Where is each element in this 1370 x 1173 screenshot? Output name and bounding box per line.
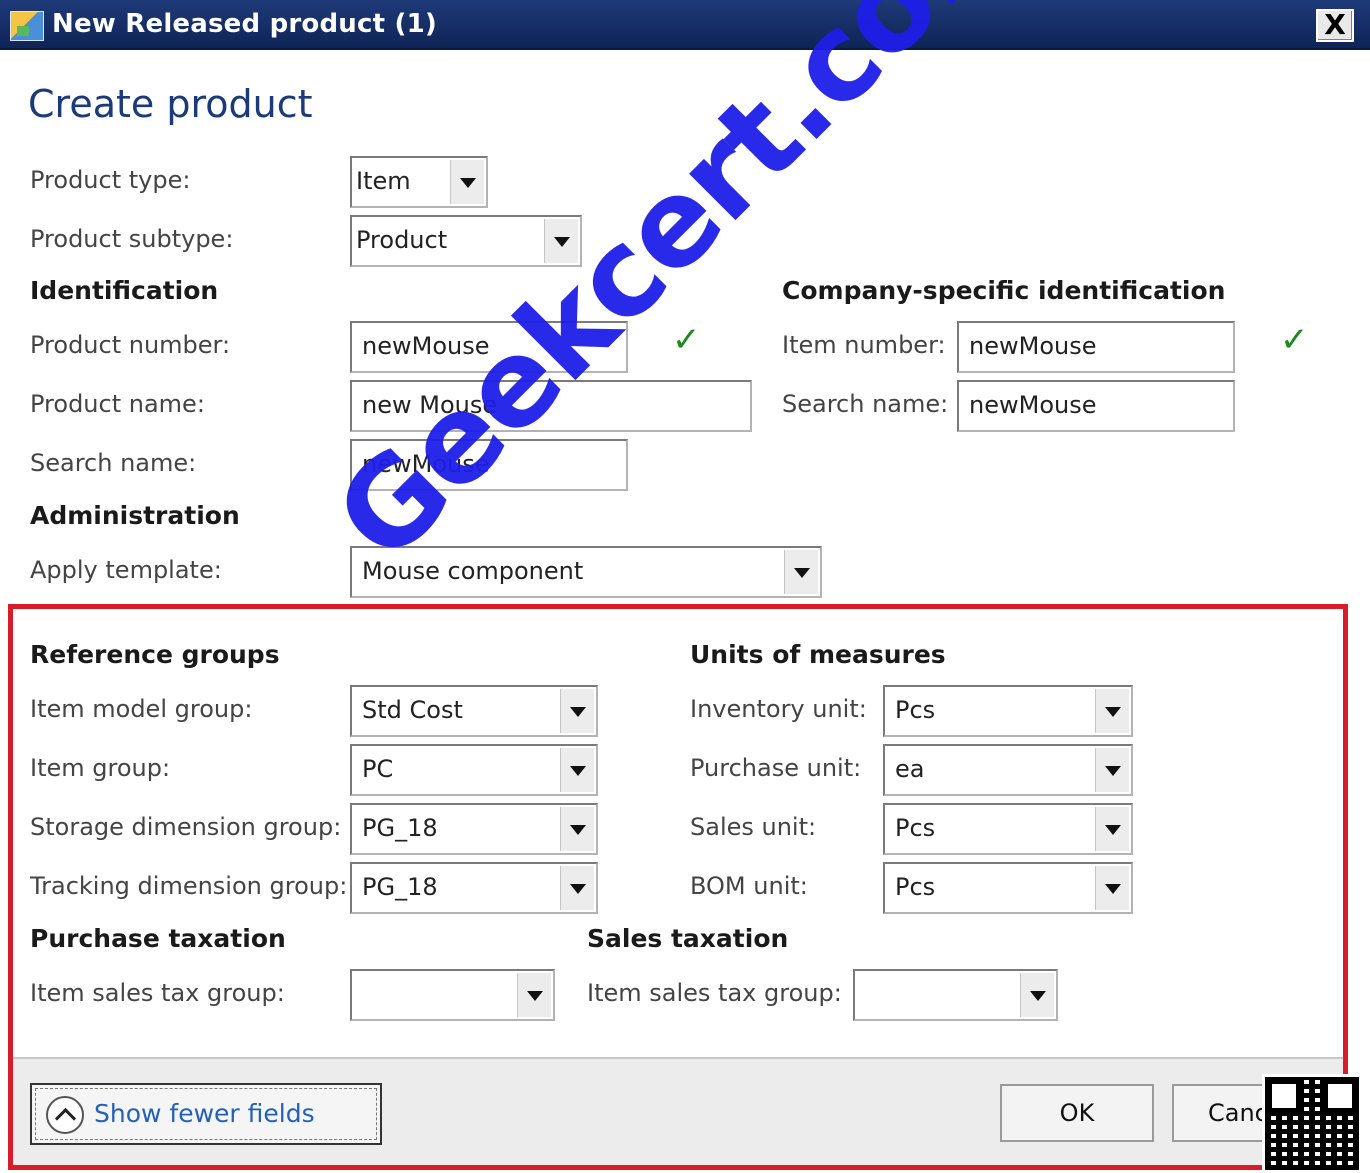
chevron-down-icon[interactable] bbox=[1020, 973, 1054, 1017]
apply-template-value: Mouse component bbox=[362, 557, 584, 585]
purchase-taxation-heading: Purchase taxation bbox=[30, 924, 286, 953]
chevron-down-icon[interactable] bbox=[560, 748, 594, 792]
company-search-name-label: Search name: bbox=[782, 390, 949, 418]
purchase-unit-value: ea bbox=[895, 755, 925, 783]
item-group-select[interactable]: PC bbox=[350, 744, 598, 796]
identification-heading: Identification bbox=[30, 276, 219, 305]
item-group-value: PC bbox=[362, 755, 394, 783]
app-icon bbox=[10, 11, 44, 41]
product-subtype-select[interactable]: Product bbox=[350, 215, 582, 267]
sales-tax-group-select[interactable] bbox=[853, 969, 1058, 1021]
purchase-tax-group-label: Item sales tax group: bbox=[30, 979, 285, 1007]
item-group-label: Item group: bbox=[30, 754, 171, 782]
title-bar: New Released product (1) X bbox=[0, 0, 1370, 50]
chevron-down-icon[interactable] bbox=[1095, 748, 1129, 792]
storage-dimension-group-value: PG_18 bbox=[362, 814, 438, 842]
chevron-up-icon bbox=[46, 1096, 84, 1134]
item-model-group-label: Item model group: bbox=[30, 695, 253, 723]
product-subtype-label: Product subtype: bbox=[30, 225, 234, 253]
bom-unit-label: BOM unit: bbox=[690, 872, 808, 900]
storage-dimension-group-select[interactable]: PG_18 bbox=[350, 803, 598, 855]
search-name-label: Search name: bbox=[30, 449, 197, 477]
company-search-name-value: newMouse bbox=[969, 391, 1097, 419]
product-type-select[interactable]: Item bbox=[350, 156, 488, 208]
tracking-dimension-group-value: PG_18 bbox=[362, 873, 438, 901]
sales-unit-select[interactable]: Pcs bbox=[883, 803, 1133, 855]
checkmark-icon: ✓ bbox=[1280, 320, 1309, 360]
units-heading: Units of measures bbox=[690, 640, 946, 669]
sales-taxation-heading: Sales taxation bbox=[587, 924, 789, 953]
inventory-unit-label: Inventory unit: bbox=[690, 695, 867, 723]
close-button[interactable]: X bbox=[1316, 9, 1354, 42]
search-name-value: newMouse bbox=[362, 450, 490, 478]
product-name-field[interactable]: new Mouse bbox=[350, 380, 752, 432]
sales-unit-value: Pcs bbox=[895, 814, 936, 842]
purchase-tax-group-select[interactable] bbox=[350, 969, 555, 1021]
product-type-value: Item bbox=[356, 167, 411, 195]
purchase-unit-select[interactable]: ea bbox=[883, 744, 1133, 796]
search-name-field[interactable]: newMouse bbox=[350, 439, 628, 491]
show-fewer-fields-label: Show fewer fields bbox=[94, 1099, 315, 1128]
bom-unit-select[interactable]: Pcs bbox=[883, 862, 1133, 914]
item-number-value: newMouse bbox=[969, 332, 1097, 360]
tracking-dimension-group-label: Tracking dimension group: bbox=[30, 872, 348, 900]
chevron-down-icon[interactable] bbox=[560, 807, 594, 851]
product-number-field[interactable]: newMouse bbox=[350, 321, 628, 373]
product-subtype-value: Product bbox=[356, 226, 448, 254]
company-identification-heading: Company-specific identification bbox=[782, 276, 1226, 305]
item-model-group-select[interactable]: Std Cost bbox=[350, 685, 598, 737]
reference-groups-heading: Reference groups bbox=[30, 640, 280, 669]
ok-button[interactable]: OK bbox=[1000, 1084, 1154, 1142]
chevron-down-icon[interactable] bbox=[1095, 807, 1129, 851]
product-number-label: Product number: bbox=[30, 331, 231, 359]
administration-heading: Administration bbox=[30, 501, 240, 530]
inventory-unit-value: Pcs bbox=[895, 696, 936, 724]
product-name-value: new Mouse bbox=[362, 391, 498, 419]
chevron-down-icon[interactable] bbox=[544, 219, 578, 263]
page-title: Create product bbox=[28, 82, 313, 126]
sales-tax-group-label: Item sales tax group: bbox=[587, 979, 842, 1007]
tracking-dimension-group-select[interactable]: PG_18 bbox=[350, 862, 598, 914]
window-title: New Released product (1) bbox=[52, 9, 437, 39]
company-search-name-field[interactable]: newMouse bbox=[957, 380, 1235, 432]
chevron-down-icon[interactable] bbox=[450, 160, 484, 204]
chevron-down-icon[interactable] bbox=[560, 689, 594, 733]
qr-code-icon bbox=[1262, 1074, 1362, 1173]
item-number-field[interactable]: newMouse bbox=[957, 321, 1235, 373]
chevron-down-icon[interactable] bbox=[784, 550, 818, 594]
chevron-down-icon[interactable] bbox=[560, 866, 594, 910]
chevron-down-icon[interactable] bbox=[517, 973, 551, 1017]
checkmark-icon: ✓ bbox=[672, 320, 701, 360]
show-fewer-fields-button[interactable]: Show fewer fields bbox=[30, 1083, 382, 1145]
apply-template-select[interactable]: Mouse component bbox=[350, 546, 822, 598]
chevron-down-icon[interactable] bbox=[1095, 689, 1129, 733]
purchase-unit-label: Purchase unit: bbox=[690, 754, 862, 782]
storage-dimension-group-label: Storage dimension group: bbox=[30, 813, 342, 841]
apply-template-label: Apply template: bbox=[30, 556, 222, 584]
item-number-label: Item number: bbox=[782, 331, 946, 359]
product-type-label: Product type: bbox=[30, 166, 191, 194]
inventory-unit-select[interactable]: Pcs bbox=[883, 685, 1133, 737]
item-model-group-value: Std Cost bbox=[362, 696, 463, 724]
bom-unit-value: Pcs bbox=[895, 873, 936, 901]
sales-unit-label: Sales unit: bbox=[690, 813, 817, 841]
product-number-value: newMouse bbox=[362, 332, 490, 360]
chevron-down-icon[interactable] bbox=[1095, 866, 1129, 910]
product-name-label: Product name: bbox=[30, 390, 205, 418]
